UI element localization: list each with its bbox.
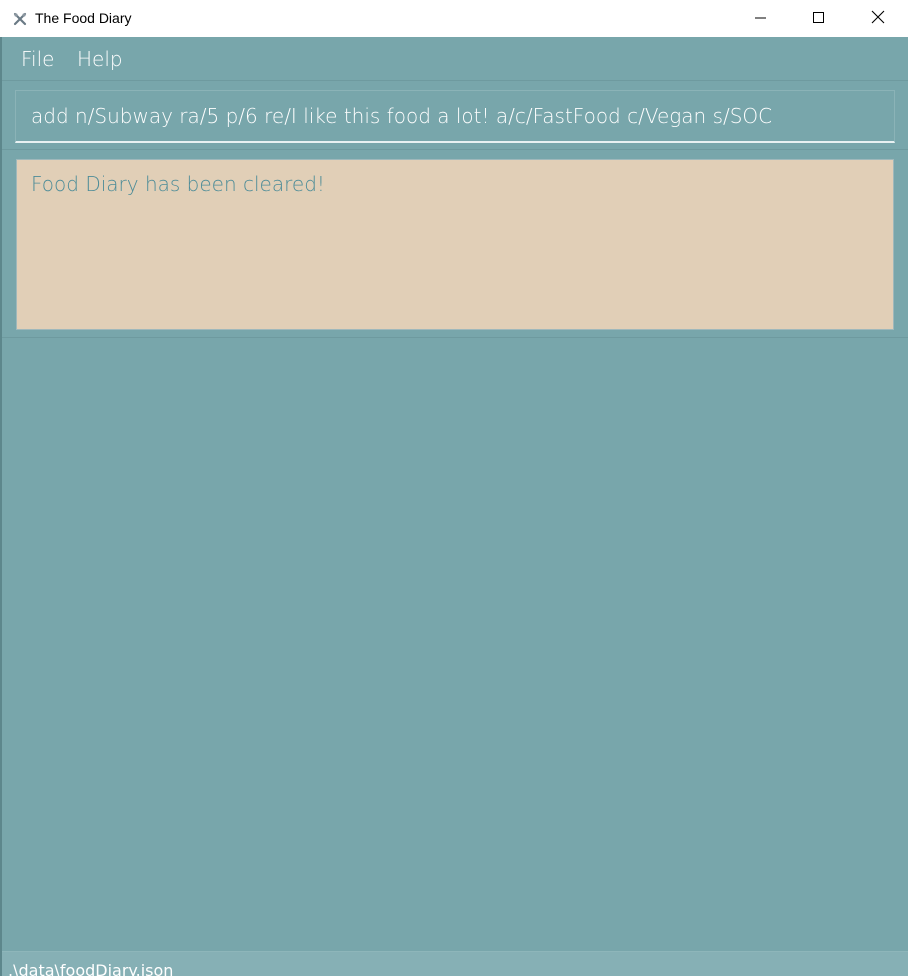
status-bar: .\data\foodDiary.json: [0, 951, 908, 976]
result-message: Food Diary has been cleared!: [31, 172, 325, 196]
command-box-panel: add n/Subway ra/5 p/6 re/I like this foo…: [0, 82, 908, 150]
maximize-button[interactable]: [796, 0, 842, 37]
app-window: The Food Diary File Help add n/Subway ra…: [0, 0, 908, 976]
minimize-icon: [755, 9, 767, 28]
save-location-path: .\data\foodDiary.json: [8, 961, 174, 976]
close-button[interactable]: [855, 0, 901, 37]
result-display[interactable]: Food Diary has been cleared!: [16, 159, 894, 330]
result-display-panel: Food Diary has been cleared!: [0, 151, 908, 338]
menu-bar: File Help: [0, 37, 908, 81]
window-left-border: [0, 37, 2, 976]
food-list-panel[interactable]: [0, 339, 908, 951]
menu-help[interactable]: Help: [77, 37, 123, 81]
command-input[interactable]: add n/Subway ra/5 p/6 re/I like this foo…: [15, 90, 895, 143]
minimize-button[interactable]: [738, 0, 784, 37]
app-icon: [13, 11, 27, 26]
close-icon: [871, 9, 885, 28]
title-bar[interactable]: The Food Diary: [0, 0, 908, 37]
maximize-icon: [813, 9, 825, 28]
menu-file[interactable]: File: [21, 37, 54, 81]
window-title: The Food Diary: [35, 10, 132, 26]
